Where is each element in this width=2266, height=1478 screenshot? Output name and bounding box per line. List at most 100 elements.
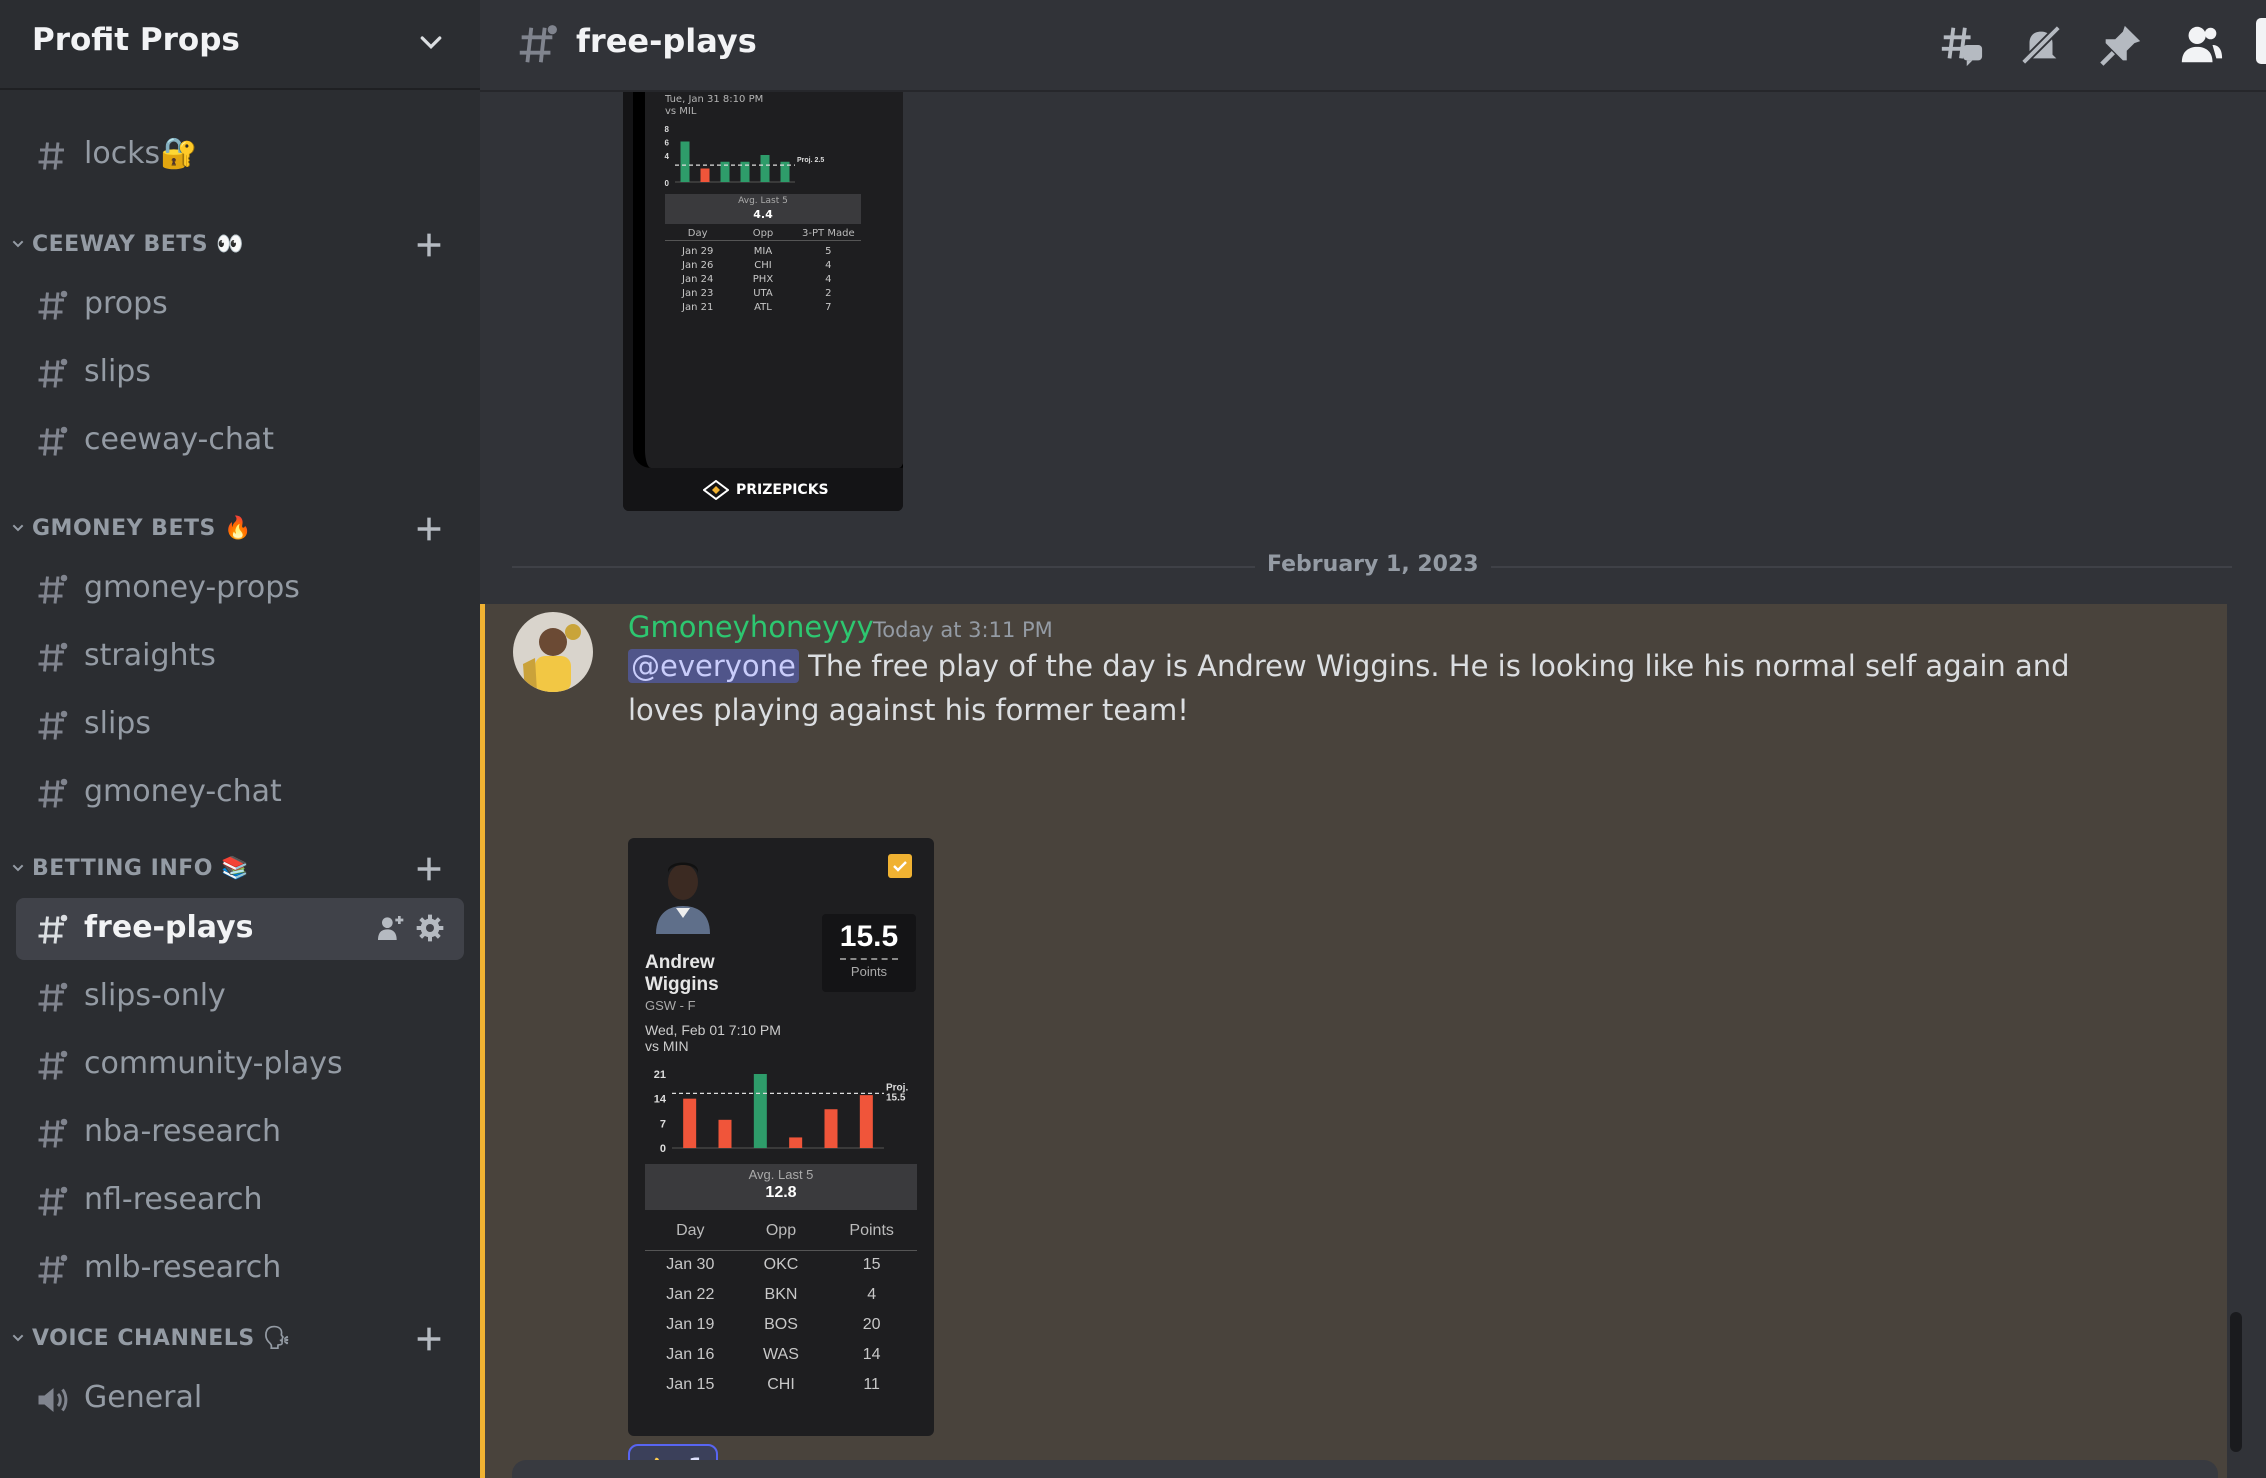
channel-sidebar: Profit Props premium-picks locks🔐 CEEWAY… (0, 0, 480, 1478)
add-channel-icon[interactable] (412, 1322, 446, 1356)
channel-hash-icon (38, 1186, 68, 1216)
selected-check-icon[interactable] (888, 854, 912, 878)
avatar[interactable] (513, 612, 593, 692)
points-bar-chart: 211470Proj.15.5 (654, 1069, 909, 1154)
chart-bar (700, 168, 710, 182)
channel-hash-icon (38, 982, 68, 1012)
scrollbar-edge[interactable] (2256, 18, 2266, 64)
channel-hash-icon (38, 778, 68, 808)
channel-label: General (84, 1380, 203, 1415)
sidebar-channel-slips-only[interactable]: slips-only (16, 966, 464, 1028)
channel-label: free-plays (84, 910, 254, 945)
message-mention-highlighted[interactable]: Gmoneyhoneyyy Today at 3:11 PM @everyone… (480, 604, 2227, 1478)
channel-label: props (84, 286, 168, 321)
table-cell: 14 (862, 1346, 881, 1363)
category-header[interactable]: VOICE CHANNELS 🗣 (0, 1320, 480, 1360)
previous-pick-card[interactable]: Tue, Jan 31 8:10 PM vs MIL 8 6 4 0 Proj. 2.5… (623, 92, 903, 511)
table-cell: Jan 26 (682, 260, 714, 271)
projection-value: 15.5 (886, 1092, 906, 1103)
channel-hash-icon (38, 642, 68, 672)
category-header[interactable]: GMONEY BETS 🔥 (0, 510, 480, 550)
sidebar-channel-straights[interactable]: straights (16, 626, 464, 688)
category-label: BETTING INFO 📚 (32, 856, 250, 881)
table-cell: Jan 23 (682, 288, 714, 299)
chart-bar (683, 1098, 697, 1148)
table-row: Jan 19 BOS 20 (645, 1314, 917, 1344)
sidebar-channel-props[interactable]: props (16, 274, 464, 336)
chevron-down-icon (12, 524, 24, 532)
channel-label: mlb-research (84, 1250, 282, 1285)
sidebar-channel-slips[interactable]: slips (16, 342, 464, 404)
chart-bar (680, 141, 690, 182)
category-header[interactable]: BETTING INFO 📚 (0, 850, 480, 890)
channel-hash-icon (519, 25, 557, 63)
table-row: Jan 21 ATL 7 (665, 300, 861, 314)
opponent: vs MIN (645, 1038, 689, 1054)
chevron-down-icon (420, 36, 442, 50)
speaker-icon (38, 1388, 68, 1412)
members-icon[interactable] (2178, 22, 2224, 68)
player-pick-card[interactable]: 15.5 Points Andrew Wiggins GSW - F Wed, … (628, 838, 934, 1436)
channel-label: gmoney-chat (84, 774, 282, 809)
table-cell: Jan 30 (666, 1256, 715, 1273)
table-cell: 2 (825, 288, 832, 299)
avg-box: Avg. Last 5 4.4 (665, 194, 861, 224)
chevron-down-icon (12, 864, 24, 872)
y-tick-label: 8 (665, 125, 670, 134)
sidebar-channel-community-plays[interactable]: community-plays (16, 1034, 464, 1096)
sidebar-channel-gmoney-props[interactable]: gmoney-props (16, 558, 464, 620)
table-cell: PHX (752, 274, 774, 285)
sidebar-channel-ceeway-chat[interactable]: ceeway-chat (16, 410, 464, 472)
table-cell: Jan 24 (682, 274, 714, 285)
sidebar-channel-slips[interactable]: slips (16, 694, 464, 756)
y-tick-label: 0 (660, 1143, 666, 1154)
table-divider (645, 1250, 917, 1251)
table-header-cell: Opp (765, 1222, 797, 1239)
previous-bar-chart: 8 6 4 0 Proj. 2.5 (665, 125, 825, 188)
pin-icon[interactable] (2098, 22, 2144, 68)
message-composer[interactable] (512, 1460, 2218, 1478)
add-channel-icon[interactable] (412, 512, 446, 546)
table-header: Day Opp 3-PT Made (665, 226, 861, 240)
add-channel-icon[interactable] (412, 228, 446, 262)
threads-icon[interactable] (1938, 22, 1984, 68)
message-author[interactable]: Gmoneyhoneyyy (628, 610, 874, 644)
line-box: 15.5 Points (822, 914, 916, 992)
table-cell: Jan 19 (666, 1316, 715, 1333)
add-channel-icon[interactable] (412, 852, 446, 886)
player-first-name: Andrew (645, 952, 715, 973)
channel-hash-icon (38, 1254, 68, 1284)
channel-label: locks🔐 (84, 136, 198, 171)
invite-icon[interactable] (374, 912, 406, 944)
sidebar-channel-mlb-research[interactable]: mlb-research (16, 1238, 464, 1300)
mute-bell-icon[interactable] (2018, 22, 2064, 68)
table-row: Jan 29 MIA 5 (665, 244, 861, 258)
sidebar-channel-gmoney-chat[interactable]: gmoney-chat (16, 762, 464, 824)
game-time: Tue, Jan 31 8:10 PM (665, 94, 764, 105)
table-cell: 5 (825, 246, 832, 257)
scrollbar-thumb[interactable] (2230, 1312, 2242, 1452)
channel-hash-icon (38, 574, 68, 604)
gear-icon[interactable] (414, 912, 446, 944)
everyone-mention[interactable]: @everyone (628, 649, 799, 683)
table-header-cell: Opp (752, 228, 774, 239)
channel-hash-icon (38, 914, 68, 944)
sidebar-channel-locks[interactable]: locks🔐 (16, 124, 464, 186)
line-underline (840, 958, 898, 960)
sidebar-channel-free-plays[interactable]: free-plays (16, 898, 464, 960)
table-cell: 15 (862, 1256, 881, 1273)
avg-label: Avg. Last 5 (748, 1167, 814, 1182)
table-row: Jan 16 WAS 14 (645, 1344, 917, 1374)
category-header[interactable]: CEEWAY BETS 👀 (0, 226, 480, 266)
sidebar-channel-nba-research[interactable]: nba-research (16, 1102, 464, 1164)
server-header[interactable]: Profit Props (0, 0, 480, 90)
channel-label: community-plays (84, 1046, 343, 1081)
table-row: Jan 24 PHX 4 (665, 272, 861, 286)
category-label: VOICE CHANNELS 🗣 (32, 1326, 292, 1351)
table-cell: 20 (862, 1316, 881, 1333)
sidebar-channel-general[interactable]: General (16, 1368, 464, 1430)
brand-footer: PRIZEPICKS (623, 468, 903, 511)
channel-label: slips (84, 706, 151, 741)
sidebar-channel-nfl-research[interactable]: nfl-research (16, 1170, 464, 1232)
table-cell: CHI (767, 1376, 795, 1393)
